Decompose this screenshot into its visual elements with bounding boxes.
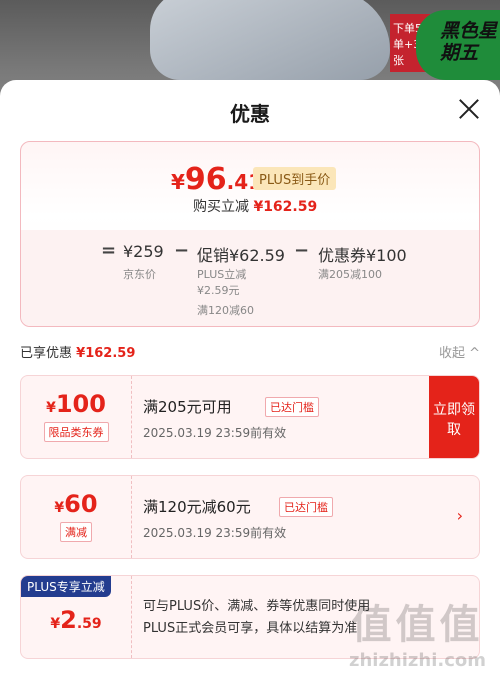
coupon-expiry: 2025.03.19 23:59前有效 bbox=[143, 426, 287, 440]
jd-price-label: 京东价 bbox=[123, 268, 156, 281]
jd-price-value: ¥259 bbox=[123, 242, 164, 261]
close-icon[interactable] bbox=[458, 98, 480, 120]
minus-sign: − bbox=[294, 240, 310, 261]
product-image bbox=[150, 0, 390, 80]
price-summary-card: ¥96.41 PLUS到手价 购买立减 ¥162.59 = ¥259 京东价 −… bbox=[20, 141, 480, 327]
minus-sign: − bbox=[174, 240, 190, 261]
site-watermark: 值值值 zhizhizhi.com bbox=[348, 602, 486, 671]
coupon-value: 优惠券¥100 bbox=[318, 246, 407, 265]
full-reduction-label: 满120减60 bbox=[197, 304, 254, 317]
claim-coupon-button[interactable]: 立即领取 bbox=[429, 376, 479, 458]
plus-discount-amount: ¥2.59元 bbox=[197, 284, 240, 297]
enjoyed-discount: 已享优惠 ¥162.59 bbox=[20, 346, 136, 361]
collapse-button[interactable]: 收起 ^ bbox=[439, 342, 480, 361]
coupon-value-block: ¥60 满减 bbox=[21, 476, 131, 558]
coupon-value-block: ¥2.59 bbox=[50, 606, 102, 634]
coupon-expiry: 2025.03.19 23:59前有效 bbox=[143, 526, 287, 540]
equals-sign: = bbox=[101, 240, 117, 261]
coupon-type-tag: 限品类东券 bbox=[43, 422, 109, 442]
discount-sheet: 优惠 ¥96.41 PLUS到手价 购买立减 ¥162.59 = ¥259 京东… bbox=[0, 80, 500, 679]
price-formula: = ¥259 京东价 − 促销¥62.59 PLUS立减 ¥2.59元 满120… bbox=[21, 230, 479, 326]
plus-discount-label: PLUS立减 bbox=[197, 268, 247, 281]
coupon-divider bbox=[131, 376, 132, 458]
coupon-card[interactable]: ¥60 满减 满120元减60元 已达门槛 2025.03.19 23:59前有… bbox=[20, 475, 480, 559]
coupon-status-badge: 已达门槛 bbox=[265, 397, 319, 417]
black-friday-badge: 黑色星期五 bbox=[416, 10, 500, 80]
coupon-value-block: ¥100 限品类东券 bbox=[21, 376, 131, 458]
plus-price-tag: PLUS到手价 bbox=[253, 167, 337, 190]
coupon-type-tag: 满减 bbox=[60, 522, 92, 542]
coupon-title: 满120元减60元 bbox=[143, 498, 251, 516]
coupon-status-badge: 已达门槛 bbox=[279, 497, 333, 517]
coupon-divider bbox=[131, 576, 132, 658]
promo-value: 促销¥62.59 bbox=[197, 246, 285, 265]
chevron-right-icon[interactable]: › bbox=[457, 506, 463, 525]
final-price: ¥96.41 bbox=[171, 162, 263, 197]
buy-discount-line: 购买立减 ¥162.59 bbox=[193, 199, 318, 215]
coupon-title: 满205元可用 bbox=[143, 398, 232, 416]
plus-discount-description: 可与PLUS价、满减、券等优惠同时使用 PLUS正式会员可享，具体以结算为准 bbox=[143, 599, 371, 636]
coupon-card[interactable]: ¥100 限品类东券 满205元可用 已达门槛 2025.03.19 23:59… bbox=[20, 375, 480, 459]
coupon-divider bbox=[131, 476, 132, 558]
sheet-title: 优惠 bbox=[230, 102, 270, 126]
coupon-condition: 满205减100 bbox=[318, 268, 382, 281]
